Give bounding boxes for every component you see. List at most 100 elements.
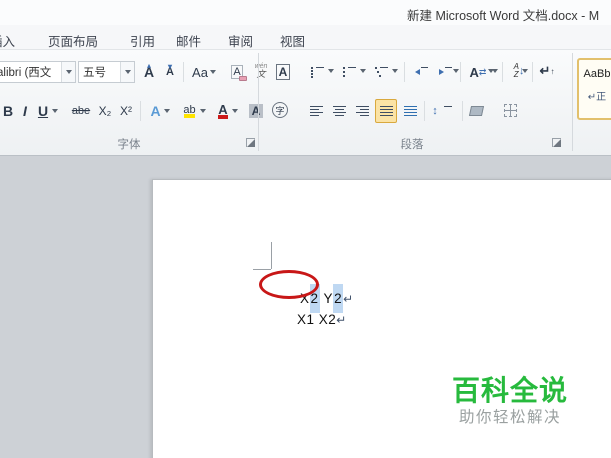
show-hide-marks-icon: ↵ — [539, 63, 551, 78]
numbering-dropdown[interactable] — [360, 69, 366, 73]
bold-button[interactable]: B — [0, 100, 16, 122]
change-case-icon: Aa — [192, 64, 208, 80]
chevron-down-icon — [65, 70, 72, 74]
tab-view[interactable]: 视图 — [276, 29, 309, 52]
align-right-icon — [355, 106, 369, 116]
bullets-icon — [310, 67, 324, 78]
enclose-characters-button[interactable]: 字 — [269, 99, 291, 121]
title-bar: 新建 Microsoft Word 文档.docx - M — [0, 0, 611, 25]
bullets-button[interactable] — [308, 61, 326, 83]
align-left-icon — [309, 106, 323, 116]
superscript-button[interactable]: X² — [116, 100, 136, 122]
asian-layout-icon: A — [469, 64, 479, 80]
shading-button[interactable] — [466, 100, 486, 122]
numbering-button[interactable] — [340, 61, 358, 83]
tab-mailings[interactable]: 邮件 — [172, 29, 205, 52]
align-center-icon — [332, 106, 346, 116]
document-text-line-2[interactable]: X1 X2↵ — [263, 297, 346, 342]
strikethrough-icon: abe — [71, 105, 91, 117]
font-dialog-launcher[interactable] — [246, 138, 255, 147]
font-size-value: 五号 — [83, 67, 106, 79]
phonetic-guide-icon: wén 文 — [254, 63, 268, 79]
ribbon: alibri (西文 五号 A ▴ A ▾ Aa A wén 文 A B I U… — [0, 50, 611, 156]
subscript-button[interactable]: X₂ — [95, 100, 115, 122]
tab-page-layout[interactable]: 页面布局 — [44, 29, 102, 52]
document-area: X2 Y2↵ X1 X2↵ 百科全说 助你轻松解决 — [0, 157, 611, 458]
chevron-down-icon — [199, 109, 206, 113]
font-color-button[interactable]: A — [212, 100, 242, 122]
chevron-down-icon — [52, 109, 59, 113]
shrink-font-button[interactable]: A ▾ — [160, 61, 180, 83]
phonetic-guide-button[interactable]: wén 文 — [250, 60, 272, 82]
decrease-indent-button[interactable] — [410, 61, 432, 83]
increase-indent-icon — [438, 67, 452, 77]
numbering-icon — [342, 67, 356, 77]
separator — [140, 101, 141, 121]
clear-formatting-button[interactable]: A — [226, 61, 248, 83]
document-page[interactable]: X2 Y2↵ X1 X2↵ 百科全说 助你轻松解决 — [152, 179, 611, 458]
underline-button[interactable]: U — [34, 100, 62, 122]
justify-button[interactable] — [375, 99, 397, 123]
font-name-combobox[interactable]: alibri (西文 — [0, 61, 76, 83]
borders-dropdown[interactable] — [522, 69, 528, 73]
justify-icon — [379, 106, 393, 116]
window-title: 新建 Microsoft Word 文档.docx - M — [407, 9, 600, 23]
character-shading-icon: A — [248, 104, 264, 118]
asian-layout-button[interactable]: A ⇄ — [466, 61, 490, 83]
tab-references[interactable]: 引用 — [126, 29, 159, 52]
line-spacing-dropdown[interactable] — [453, 69, 459, 73]
borders-button[interactable] — [500, 99, 520, 121]
grow-font-button[interactable]: A ▴ — [139, 61, 159, 83]
underline-icon: U — [37, 103, 49, 119]
font-size-dropdown[interactable] — [120, 62, 134, 82]
paragraph-mark: ↵ — [336, 313, 347, 327]
character-border-button[interactable]: A — [273, 61, 293, 83]
superscript-icon: X² — [120, 104, 132, 118]
chevron-down-icon — [163, 109, 170, 113]
chevron-down-icon — [209, 70, 216, 74]
line-spacing-icon: ↕ — [432, 105, 438, 117]
multilevel-list-dropdown[interactable] — [392, 69, 398, 73]
separator — [462, 101, 463, 121]
font-group-label: 字体 — [117, 139, 141, 151]
font-name-dropdown[interactable] — [61, 62, 75, 82]
character-shading-button[interactable]: A — [245, 100, 267, 122]
tab-review[interactable]: 审阅 — [224, 29, 257, 52]
align-left-button[interactable] — [306, 100, 326, 122]
shading-dropdown[interactable] — [488, 69, 494, 73]
italic-button[interactable]: I — [18, 100, 32, 122]
paragraph-dialog-launcher[interactable] — [552, 138, 561, 147]
text-effects-icon: A — [150, 103, 161, 119]
tab-insert[interactable]: 插入 — [0, 29, 19, 52]
bold-icon: B — [2, 103, 14, 119]
bullets-dropdown[interactable] — [328, 69, 334, 73]
font-color-icon: A — [218, 102, 228, 119]
margin-crop-mark — [253, 269, 271, 270]
line-spacing-button[interactable]: ↕ — [429, 100, 452, 122]
separator — [183, 62, 184, 82]
style-tile-normal[interactable]: AaBb ↵正 — [577, 58, 611, 120]
show-hide-marks-button[interactable]: ↵ ↑ — [537, 60, 557, 82]
style-preview-name: ↵正 — [587, 92, 607, 103]
strikethrough-button[interactable]: abe — [68, 100, 94, 122]
text-effects-button[interactable]: A — [145, 100, 175, 122]
style-preview-text: AaBb — [583, 68, 611, 80]
align-center-button[interactable] — [329, 100, 349, 122]
align-right-button[interactable] — [352, 100, 372, 122]
decrease-indent-icon — [414, 67, 428, 77]
separator — [424, 101, 425, 121]
red-circle-annotation — [259, 270, 319, 299]
chevron-down-icon — [124, 70, 131, 74]
enclose-characters-icon: 字 — [272, 102, 288, 118]
font-size-combobox[interactable]: 五号 — [78, 61, 135, 83]
multilevel-list-button[interactable] — [372, 61, 390, 83]
chevron-down-icon — [231, 109, 238, 113]
watermark-title: 百科全说 — [452, 375, 569, 406]
text-highlight-button[interactable]: ab — [178, 100, 210, 122]
distributed-icon — [403, 106, 417, 116]
distributed-button[interactable] — [400, 100, 420, 122]
text-highlight-icon: ab — [183, 103, 196, 118]
change-case-button[interactable]: Aa — [188, 61, 220, 83]
word-window: 新建 Microsoft Word 文档.docx - M 插入 页面布局 引用… — [0, 0, 611, 458]
borders-grid-icon — [503, 103, 517, 117]
